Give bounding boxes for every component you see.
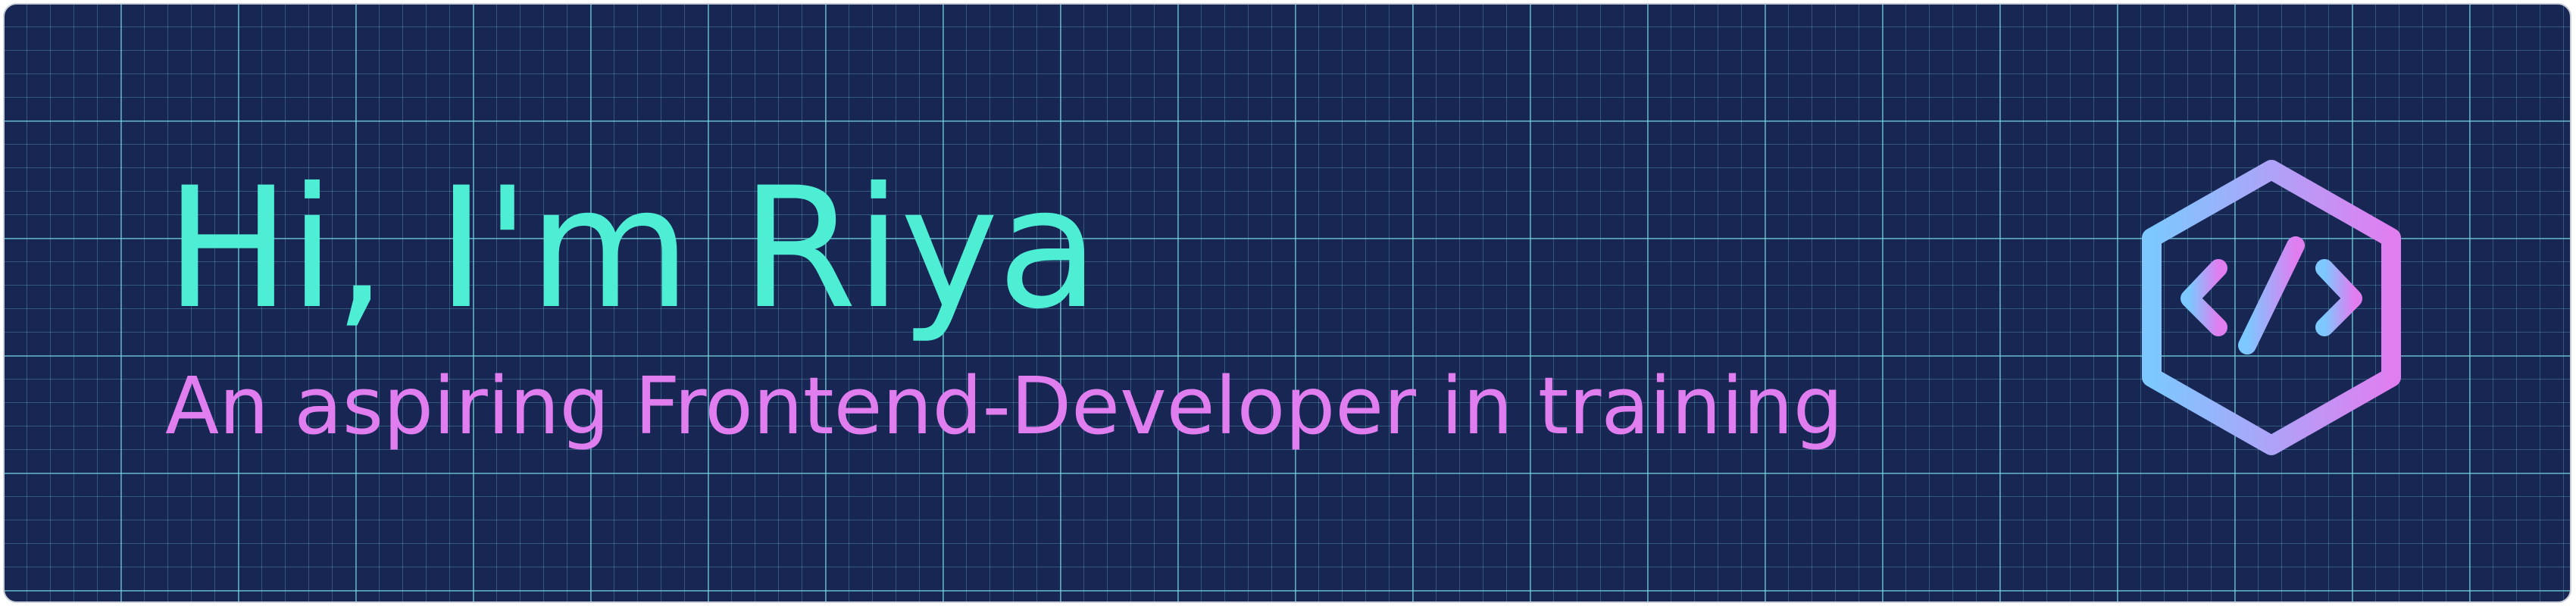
- code-hexagon-icon: [2142, 160, 2401, 455]
- right-angle-bracket: [2315, 259, 2362, 336]
- left-angle-bracket: [2181, 259, 2227, 336]
- forward-slash: [2238, 236, 2305, 355]
- banner-tagline: An aspiring Frontend-Developer in traini…: [165, 360, 1843, 452]
- profile-banner: Hi, I'm Riya An aspiring Frontend-Develo…: [3, 3, 2571, 603]
- banner-headline: Hi, I'm Riya: [165, 152, 1099, 345]
